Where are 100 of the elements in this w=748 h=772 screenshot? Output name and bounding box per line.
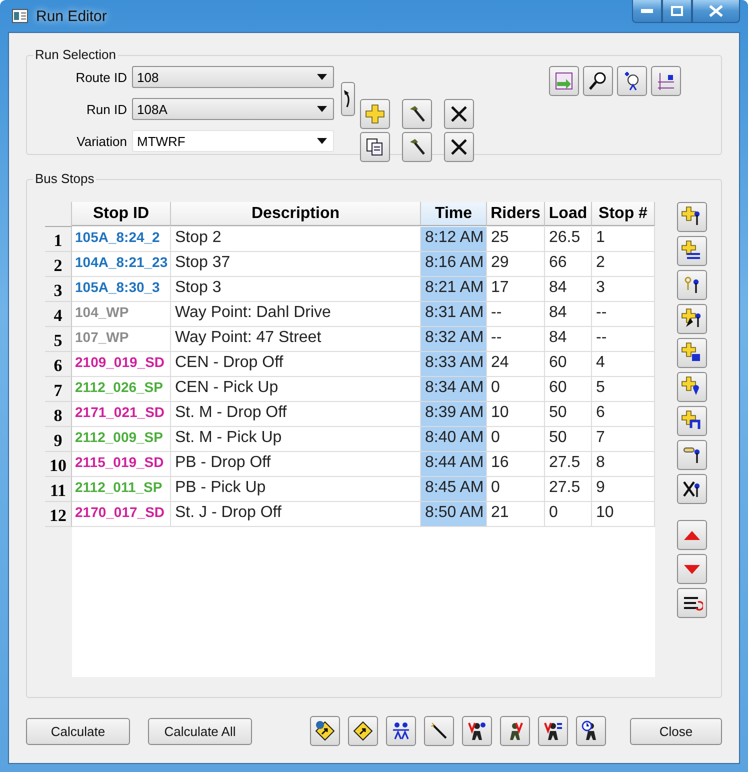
- time-cell: 8:34 AM: [421, 377, 487, 402]
- description-cell: St. J - Drop Off: [171, 502, 421, 527]
- riders-cell: 0: [487, 477, 545, 502]
- row-number: 11: [45, 477, 72, 502]
- load-cell: 50: [545, 402, 592, 427]
- stop-key-button[interactable]: [677, 270, 707, 300]
- rider-check-button[interactable]: [462, 716, 492, 746]
- riders-cell: 0: [487, 427, 545, 452]
- stop-number-cell: 8: [592, 452, 655, 477]
- maximize-button[interactable]: [662, 0, 692, 23]
- combo-box[interactable]: MTWRF: [132, 130, 334, 152]
- description-cell: Stop 37: [171, 252, 421, 277]
- dropdown[interactable]: 108A: [132, 98, 334, 120]
- insert-stop-button[interactable]: [677, 236, 707, 266]
- sign-stop-button[interactable]: [677, 440, 707, 470]
- riders-cell: --: [487, 327, 545, 352]
- u-turn-icon: [681, 410, 703, 432]
- load-cell: 66: [545, 252, 592, 277]
- time-cell: 8:33 AM: [421, 352, 487, 377]
- copy-button[interactable]: [360, 132, 390, 162]
- search-person-button[interactable]: [617, 66, 647, 96]
- close-window-button[interactable]: [692, 0, 740, 23]
- field-label: Variation: [76, 134, 127, 148]
- dropdown-caret-icon: [317, 138, 327, 144]
- add-stop-button[interactable]: [677, 202, 707, 232]
- riders-cell: 17: [487, 277, 545, 302]
- calculate-button[interactable]: Calculate: [26, 718, 130, 744]
- move-down-button[interactable]: [677, 554, 707, 584]
- time-cell: 8:16 AM: [421, 252, 487, 277]
- people-button[interactable]: [386, 716, 416, 746]
- search-button[interactable]: [583, 66, 613, 96]
- time-cell: 8:31 AM: [421, 302, 487, 327]
- column-header[interactable]: Description: [171, 202, 421, 226]
- stop-id-cell: 104_WP: [72, 302, 171, 327]
- add-block-button[interactable]: [677, 338, 707, 368]
- load-cell: 26.5: [545, 227, 592, 252]
- stop-id-cell: 2109_019_SD: [72, 352, 171, 377]
- row-number: 9: [45, 427, 72, 452]
- riders-cell: --: [487, 302, 545, 327]
- person-check-icon: [542, 720, 564, 742]
- time-cell: 8:45 AM: [421, 477, 487, 502]
- row-number: 3: [45, 277, 72, 302]
- add-stop-button[interactable]: [677, 304, 707, 334]
- riders-cell: 0: [487, 377, 545, 402]
- route-button[interactable]: [310, 716, 340, 746]
- column-header[interactable]: Riders: [487, 202, 545, 226]
- stop-id-cell: 2115_019_SD: [72, 452, 171, 477]
- riders-cell: 24: [487, 352, 545, 377]
- dropdown[interactable]: 108: [132, 66, 334, 88]
- route-button[interactable]: [348, 716, 378, 746]
- expand-button[interactable]: [341, 82, 355, 116]
- reorder-button[interactable]: [677, 588, 707, 618]
- road-sign-icon: [314, 720, 336, 742]
- add-stop-button[interactable]: [677, 372, 707, 402]
- wand-button[interactable]: [424, 716, 454, 746]
- edit-button[interactable]: [402, 99, 432, 129]
- stop-number-cell: 1: [592, 227, 655, 252]
- minimize-button[interactable]: [632, 0, 662, 23]
- column-header[interactable]: Stop #: [592, 202, 655, 226]
- column-header[interactable]: Time: [421, 202, 487, 226]
- stop-number-cell: --: [592, 302, 655, 327]
- time-cell: 8:50 AM: [421, 502, 487, 527]
- description-cell: St. M - Pick Up: [171, 427, 421, 452]
- row-number: 6: [45, 352, 72, 377]
- rider-time-button[interactable]: [576, 716, 606, 746]
- dropdown-caret-icon: [317, 106, 327, 112]
- close-button[interactable]: Close: [630, 718, 722, 744]
- swap-icon: [553, 70, 575, 92]
- description-cell: PB - Pick Up: [171, 477, 421, 502]
- time-cell: 8:40 AM: [421, 427, 487, 452]
- add-swap-icon: [681, 240, 703, 262]
- riders-cell: 25: [487, 227, 545, 252]
- description-cell: CEN - Drop Off: [171, 352, 421, 377]
- stop-id-cell: 2170_017_SD: [72, 502, 171, 527]
- time-cell: 8:12 AM: [421, 227, 487, 252]
- remove-stop-button[interactable]: [677, 474, 707, 504]
- column-header[interactable]: Stop ID: [72, 202, 171, 226]
- edit-button[interactable]: [402, 132, 432, 162]
- rider-check-button[interactable]: [538, 716, 568, 746]
- stop-number-cell: 5: [592, 377, 655, 402]
- add-button[interactable]: [360, 99, 390, 129]
- row-number: 8: [45, 402, 72, 427]
- u-turn-button[interactable]: [677, 406, 707, 436]
- description-cell: Way Point: 47 Street: [171, 327, 421, 352]
- field-label: Run ID: [86, 102, 127, 116]
- riders-cell: 29: [487, 252, 545, 277]
- load-cell: 84: [545, 277, 592, 302]
- description-cell: Way Point: Dahl Drive: [171, 302, 421, 327]
- row-number: 7: [45, 377, 72, 402]
- delete-button[interactable]: [444, 132, 474, 162]
- move-up-button[interactable]: [677, 520, 707, 550]
- calculate-button[interactable]: Calculate All: [148, 718, 252, 744]
- time-cell: 8:21 AM: [421, 277, 487, 302]
- rider-check-button[interactable]: [500, 716, 530, 746]
- chart-button[interactable]: [651, 66, 681, 96]
- swap-button[interactable]: [549, 66, 579, 96]
- column-header[interactable]: Load: [545, 202, 592, 226]
- field-label: Route ID: [74, 70, 127, 84]
- stop-number-cell: 4: [592, 352, 655, 377]
- delete-button[interactable]: [444, 99, 474, 129]
